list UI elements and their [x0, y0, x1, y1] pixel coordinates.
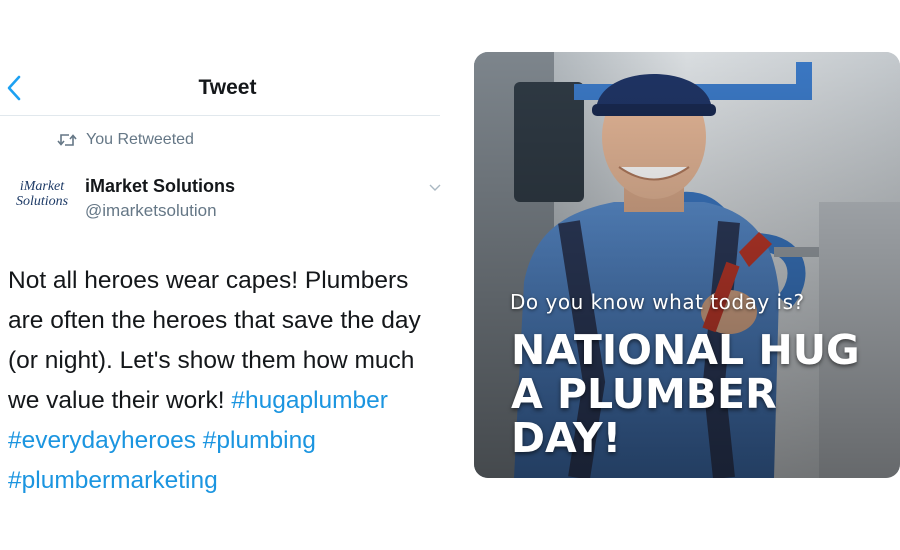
hashtag-link[interactable]: #plumbing — [203, 427, 316, 454]
hashtag-link[interactable]: #plumbermarketing — [8, 467, 218, 494]
avatar[interactable]: iMarket Solutions — [12, 180, 72, 224]
avatar-logo-line1: iMarket — [19, 179, 65, 194]
retweet-label: You Retweeted — [86, 131, 194, 148]
avatar-logo-line2: Solutions — [15, 194, 69, 209]
image-overlay-question: Do you know what today is? — [510, 290, 805, 314]
tweet-pane: Tweet You Retweeted iMarket Solutions iM… — [0, 0, 445, 550]
image-title-line: NATIONAL HUG — [511, 326, 860, 374]
chevron-down-icon — [428, 183, 442, 193]
page-title: Tweet — [198, 76, 257, 99]
author-handle: @imarketsolution — [85, 201, 217, 220]
author-names: iMarket Solutions @imarketsolution — [85, 176, 235, 221]
tweet-media-image[interactable]: Do you know what today is? NATIONAL HUG … — [474, 52, 900, 478]
header-divider — [0, 115, 440, 116]
tweet-options-button[interactable] — [428, 183, 442, 193]
image-overlay-title: NATIONAL HUG A PLUMBER DAY! — [511, 328, 860, 460]
tweet-text: Not all heroes wear capes! Plumbers are … — [8, 261, 443, 501]
image-title-line: A PLUMBER — [511, 370, 777, 418]
retweet-icon — [57, 132, 77, 148]
hashtag-link[interactable]: #everydayheroes — [8, 427, 196, 454]
author-block: iMarket Solutions iMarket Solutions @ima… — [12, 176, 235, 224]
retweet-indicator: You Retweeted — [57, 131, 194, 149]
hashtag-link[interactable]: #hugaplumber — [231, 387, 388, 414]
image-title-line: DAY! — [511, 414, 622, 462]
author-display-name[interactable]: iMarket Solutions — [85, 176, 235, 197]
